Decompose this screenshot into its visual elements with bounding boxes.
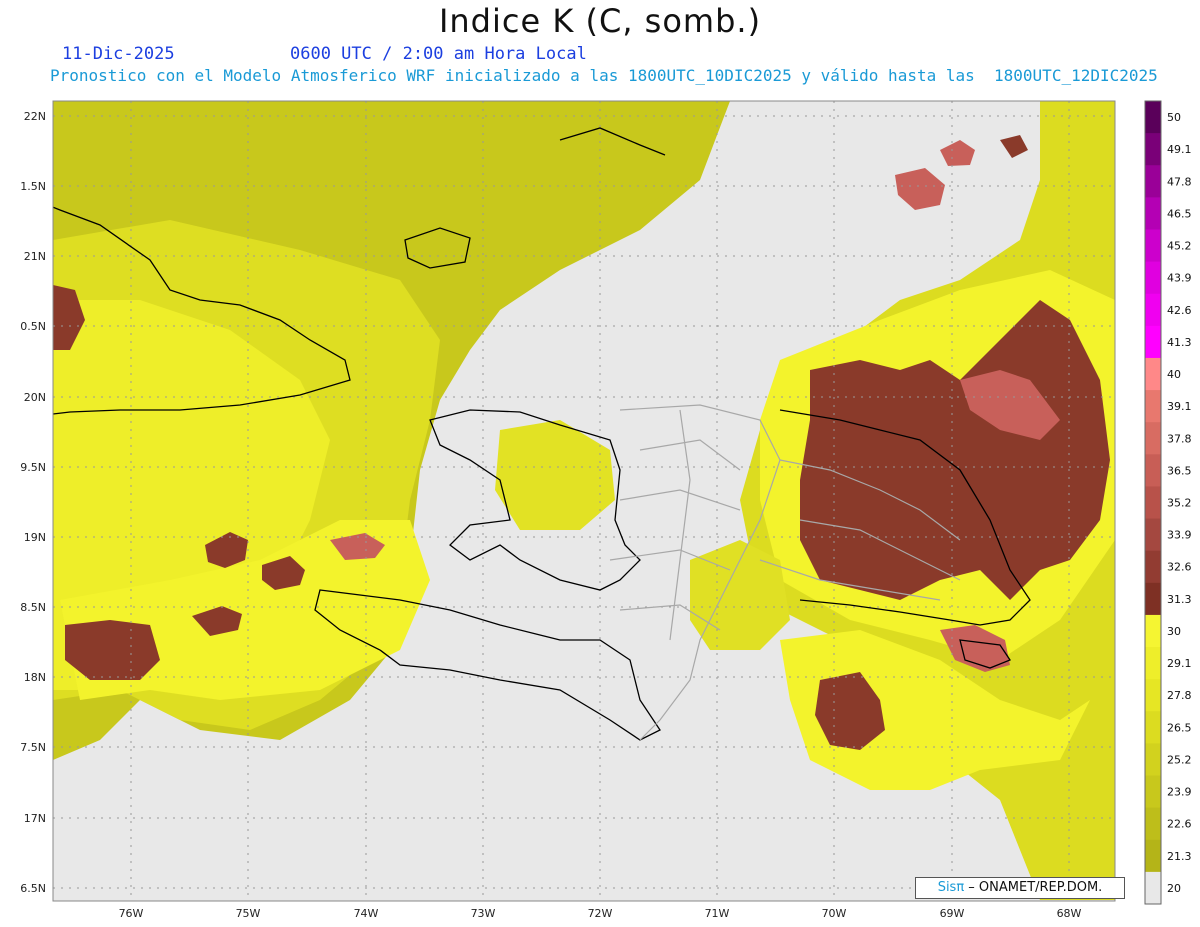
colorbar-swatch [1145, 261, 1161, 295]
colorbar-swatch [1145, 647, 1161, 680]
colorbar-label: 47.8 [1167, 175, 1192, 188]
lon-labels: 76W 75W 74W 73W 72W 71W 70W 69W 68W [119, 907, 1082, 920]
lat-label: 9.5N [20, 461, 46, 474]
colorbar-label: 26.5 [1167, 721, 1192, 734]
colorbar-swatch [1145, 582, 1161, 616]
lon-label: 72W [588, 907, 613, 920]
colorbar-swatch [1145, 614, 1161, 648]
lon-label: 71W [705, 907, 730, 920]
colorbar-swatch [1145, 871, 1161, 905]
lon-label: 68W [1057, 907, 1082, 920]
colorbar-label: 20 [1167, 882, 1181, 895]
colorbar-label: 23.9 [1167, 786, 1192, 799]
colorbar-swatch [1145, 550, 1161, 584]
colorbar-swatch [1145, 743, 1161, 777]
lat-label: 18N [24, 671, 46, 684]
lat-label: 22N [24, 110, 46, 123]
lat-label: 20N [24, 391, 46, 404]
colorbar-label: 37.8 [1167, 432, 1192, 445]
colorbar-swatch [1145, 807, 1161, 841]
hot-southwest [65, 620, 160, 680]
lon-label: 73W [471, 907, 496, 920]
colorbar-label: 39.1 [1167, 400, 1192, 413]
colorbar-swatch [1145, 711, 1161, 744]
colorbar-label: 35.2 [1167, 497, 1192, 510]
lon-label: 70W [822, 907, 847, 920]
colorbar-label: 46.5 [1167, 207, 1192, 220]
lat-label: 0.5N [20, 320, 46, 333]
lon-label: 76W [119, 907, 144, 920]
lat-label: 6.5N [20, 882, 46, 895]
colorbar-swatch [1145, 165, 1161, 198]
lat-label: 7.5N [20, 741, 46, 754]
colorbar-swatch [1145, 775, 1161, 809]
credit-org: – ONAMET/REP.DOM. [964, 880, 1103, 895]
colorbar-label: 43.9 [1167, 272, 1192, 285]
lat-label: 8.5N [20, 601, 46, 614]
colorbar-label: 41.3 [1167, 336, 1192, 349]
colorbar-label: 49.1 [1167, 143, 1192, 156]
lon-label: 74W [354, 907, 379, 920]
colorbar-label: 36.5 [1167, 464, 1192, 477]
colorbar-label: 27.8 [1167, 689, 1192, 702]
colorbar-label: 50 [1167, 111, 1181, 124]
credit-box: Sisπ – ONAMET/REP.DOM. [915, 877, 1125, 899]
k-index-map: 22N 1.5N 21N 0.5N 20N 9.5N 19N 8.5N 18N … [20, 100, 1192, 920]
colorbar-label: 22.6 [1167, 818, 1192, 831]
colorbar-label: 31.3 [1167, 593, 1192, 606]
lat-label: 1.5N [20, 180, 46, 193]
colorbar-label: 21.3 [1167, 850, 1192, 863]
colorbar-swatch [1145, 390, 1161, 423]
colorbar-swatch [1145, 101, 1161, 134]
colorbar-swatch [1145, 454, 1161, 487]
colorbar-label: 25.2 [1167, 753, 1192, 766]
colorbar-label: 45.2 [1167, 240, 1192, 253]
colorbar-label: 40 [1167, 368, 1181, 381]
colorbar-swatch [1145, 293, 1161, 327]
colorbar-swatch [1145, 197, 1161, 230]
colorbar-label: 29.1 [1167, 657, 1192, 670]
colorbar-label: 30 [1167, 625, 1181, 638]
colorbar-label: 32.6 [1167, 561, 1192, 574]
colorbar-swatch [1145, 839, 1161, 873]
colorbar-swatch [1145, 133, 1161, 166]
colorbar-swatch [1145, 518, 1161, 552]
colorbar-swatch [1145, 422, 1161, 455]
colorbar-label: 42.6 [1167, 304, 1192, 317]
credit-brand: Sisπ [937, 880, 965, 895]
colorbar-swatch [1145, 357, 1161, 391]
colorbar-swatch [1145, 679, 1161, 712]
colorbar-swatch [1145, 325, 1161, 359]
lat-labels: 22N 1.5N 21N 0.5N 20N 9.5N 19N 8.5N 18N … [20, 110, 46, 895]
colorbar-swatch [1145, 486, 1161, 520]
colorbar-label: 33.9 [1167, 529, 1192, 542]
colorbar: 50 49.1 47.8 46.5 45.2 43.9 42.6 41.3 40 39.1 37.8… [1144, 100, 1192, 905]
lat-label: 21N [24, 250, 46, 263]
lat-label: 19N [24, 531, 46, 544]
lon-label: 69W [940, 907, 965, 920]
lat-label: 17N [24, 812, 46, 825]
colorbar-swatch [1145, 229, 1161, 263]
lon-label: 75W [236, 907, 261, 920]
